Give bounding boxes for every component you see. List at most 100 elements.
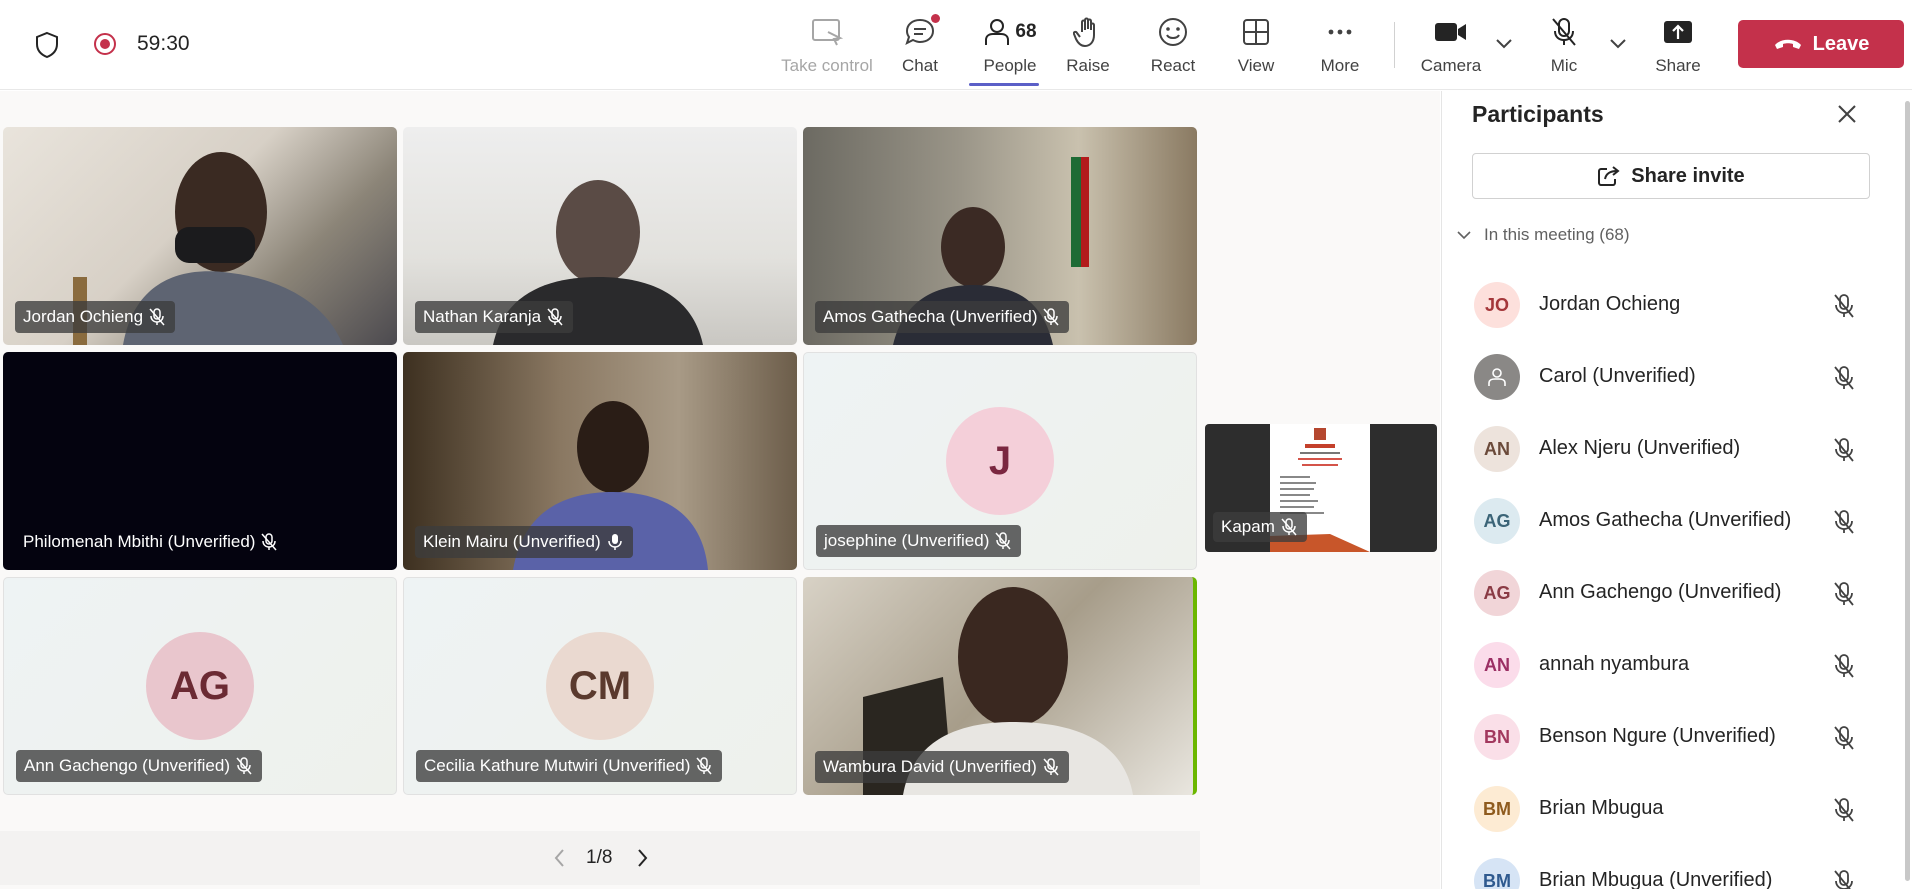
mic-muted-icon[interactable] xyxy=(1832,725,1856,751)
more-label: More xyxy=(1320,56,1360,75)
react-button[interactable]: React xyxy=(1151,12,1195,78)
participant-row[interactable]: AN Alex Njeru (Unverified) xyxy=(1442,413,1902,485)
leave-button[interactable]: Leave xyxy=(1738,20,1904,68)
participant-name: Jordan Ochieng xyxy=(23,307,144,326)
participant-row[interactable]: AG Amos Gathecha (Unverified) xyxy=(1442,485,1902,557)
participant-avatar: BM xyxy=(1474,786,1520,832)
share-label: Share xyxy=(1655,56,1701,75)
take-control-icon xyxy=(812,19,843,46)
view-label: View xyxy=(1237,56,1275,75)
participant-avatar: J xyxy=(946,407,1054,515)
participant-name-label: Ann Gachengo (Unverified) xyxy=(16,750,263,782)
video-tile[interactable]: CM Cecilia Kathure Mutwiri (Unverified) xyxy=(403,577,797,795)
emoji-icon xyxy=(1159,18,1187,46)
chat-label: Chat xyxy=(902,56,938,75)
participant-name: annah nyambura xyxy=(1539,653,1690,675)
share-arrow-icon xyxy=(1598,166,1620,186)
mic-muted-icon[interactable] xyxy=(1832,437,1856,463)
mic-muted-icon[interactable] xyxy=(1832,869,1856,889)
mic-muted-icon[interactable] xyxy=(1832,509,1856,535)
participants-panel: Participants Share invite In this meetin… xyxy=(1441,91,1912,889)
teams-meeting-window: 59:30 Take control Chat 68 People Raise … xyxy=(0,0,1912,889)
mic-muted-icon xyxy=(1043,758,1059,776)
shared-content-tile[interactable]: Kapam xyxy=(1205,424,1437,552)
raise-hand-button[interactable]: Raise xyxy=(1065,12,1111,78)
more-icon xyxy=(1328,29,1352,35)
video-tile[interactable]: J josephine (Unverified) xyxy=(803,352,1197,570)
mic-muted-icon[interactable] xyxy=(1832,653,1856,679)
close-icon[interactable] xyxy=(1834,101,1860,127)
view-button[interactable]: View xyxy=(1238,12,1274,78)
share-button[interactable]: Share xyxy=(1655,12,1701,78)
mic-on-icon xyxy=(607,534,622,550)
mic-muted-icon xyxy=(995,532,1011,550)
mic-muted-icon[interactable] xyxy=(1832,365,1856,391)
video-tile-active-speaker[interactable]: Wambura David (Unverified) xyxy=(803,577,1197,795)
grid-view-icon xyxy=(1243,19,1269,45)
take-control-button[interactable]: Take control xyxy=(781,12,873,78)
participant-row[interactable]: BN Benson Ngure (Unverified) xyxy=(1442,701,1902,773)
recording-icon xyxy=(94,33,116,55)
participant-name: Nathan Karanja xyxy=(423,307,542,326)
raise-label: Raise xyxy=(1066,56,1110,75)
person-icon xyxy=(985,19,1010,45)
previous-page-chevron-icon[interactable] xyxy=(552,847,568,869)
mic-muted-icon xyxy=(696,757,712,775)
participant-name: Jordan Ochieng xyxy=(1539,293,1681,315)
participant-avatar: CM xyxy=(546,632,654,740)
participant-row[interactable]: BM Brian Mbugua (Unverified) xyxy=(1442,845,1902,889)
page-indicator: 1/8 xyxy=(586,847,613,868)
next-page-chevron-icon[interactable] xyxy=(634,847,650,869)
participant-row[interactable]: AN annah nyambura xyxy=(1442,629,1902,701)
mic-muted-icon xyxy=(1043,308,1060,326)
mic-muted-icon xyxy=(261,533,278,551)
active-tab-indicator xyxy=(969,83,1039,86)
participant-name: Wambura David (Unverified) xyxy=(823,757,1037,776)
participant-avatar: AN xyxy=(1474,642,1520,688)
mic-muted-icon[interactable] xyxy=(1832,293,1856,319)
camera-options-chevron-icon[interactable] xyxy=(1494,36,1514,50)
participant-avatar: AG xyxy=(146,632,254,740)
mic-muted-icon[interactable] xyxy=(1832,581,1856,607)
participant-row[interactable]: JO Jordan Ochieng xyxy=(1442,269,1902,341)
camera-label: Camera xyxy=(1420,56,1482,75)
mic-options-chevron-icon[interactable] xyxy=(1608,36,1628,50)
share-invite-label: Share invite xyxy=(1631,164,1745,187)
participant-row[interactable]: BM Brian Mbugua xyxy=(1442,773,1902,845)
people-label: People xyxy=(983,56,1037,75)
share-tray-icon xyxy=(1664,21,1692,43)
mic-muted-icon xyxy=(236,757,252,775)
mic-muted-icon[interactable] xyxy=(1832,797,1856,823)
camera-button[interactable]: Camera xyxy=(1420,12,1482,78)
participant-name-label: Amos Gathecha (Unverified) xyxy=(815,301,1070,333)
video-tile[interactable]: Jordan Ochieng xyxy=(3,127,397,345)
hang-up-icon xyxy=(1774,39,1801,49)
mic-button[interactable]: Mic xyxy=(1544,12,1584,78)
participant-name-label: Klein Mairu (Unverified) xyxy=(415,526,633,558)
video-gallery: Jordan Ochieng Nathan Karanja Amos Gathe… xyxy=(0,91,1440,889)
participant-row[interactable]: AG Ann Gachengo (Unverified) xyxy=(1442,557,1902,629)
panel-scrollbar[interactable] xyxy=(1905,101,1910,881)
people-button[interactable]: 68 People xyxy=(970,12,1050,78)
video-tile[interactable]: AG Ann Gachengo (Unverified) xyxy=(3,577,397,795)
mic-muted-icon xyxy=(1281,518,1297,536)
share-invite-button[interactable]: Share invite xyxy=(1472,153,1870,199)
raise-hand-icon xyxy=(1073,17,1095,47)
participant-name-label: Philomenah Mbithi (Unverified) xyxy=(15,526,287,558)
camera-icon xyxy=(1435,23,1466,41)
video-tile[interactable]: Amos Gathecha (Unverified) xyxy=(803,127,1197,345)
participant-name: Brian Mbugua (Unverified) xyxy=(1539,869,1773,889)
mic-off-icon xyxy=(1552,18,1576,46)
video-tile[interactable]: Klein Mairu (Unverified) xyxy=(403,352,797,570)
more-button[interactable]: More xyxy=(1318,12,1362,78)
mic-label: Mic xyxy=(1550,56,1578,75)
video-tile[interactable]: Nathan Karanja xyxy=(403,127,797,345)
participant-name-label: Nathan Karanja xyxy=(415,301,574,333)
chat-button[interactable]: Chat xyxy=(896,12,944,78)
video-tile[interactable]: Philomenah Mbithi (Unverified) xyxy=(3,352,397,570)
participant-name: Ann Gachengo (Unverified) xyxy=(24,756,231,775)
shield-icon[interactable] xyxy=(34,31,60,59)
participant-row[interactable]: Carol (Unverified) xyxy=(1442,341,1902,413)
in-meeting-section-toggle[interactable]: In this meeting (68) xyxy=(1456,225,1630,245)
mic-muted-icon xyxy=(149,308,165,326)
